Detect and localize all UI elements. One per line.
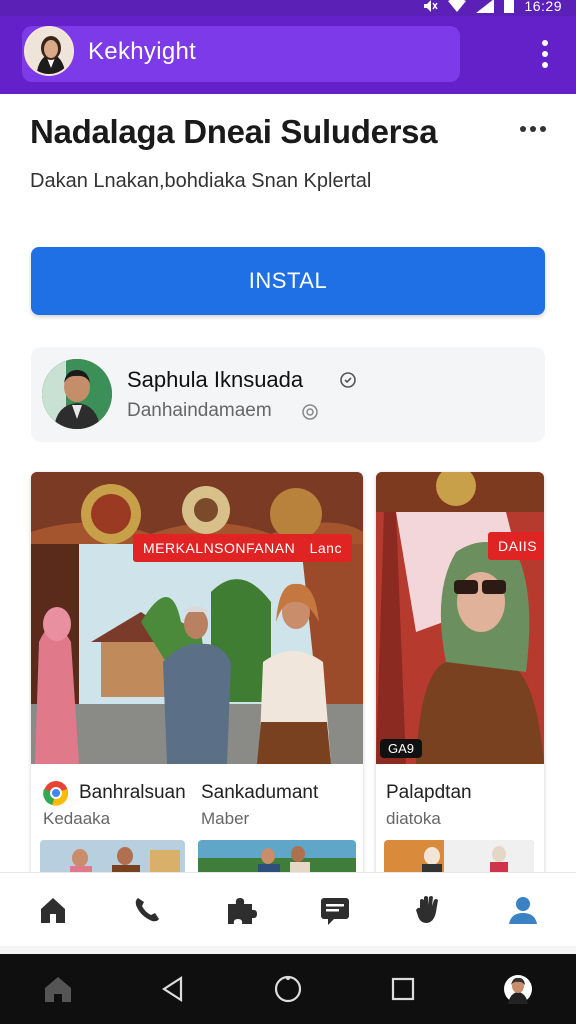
- install-button[interactable]: INSTAL: [31, 247, 545, 315]
- mute-icon: [424, 0, 439, 12]
- promo-banner: MERKALNSONFANAN Lanc: [133, 534, 352, 562]
- battery-icon: [504, 0, 515, 13]
- wifi-icon: [448, 0, 467, 12]
- home-icon[interactable]: [23, 880, 83, 940]
- app-bar: Kekhyight: [0, 16, 576, 94]
- system-navigation: [0, 954, 576, 1024]
- developer-avatar[interactable]: [42, 359, 112, 429]
- developer-card[interactable]: Saphula Iknsuada Danhaindamaem: [31, 347, 545, 442]
- screenshot-image: DAIIS GA9: [376, 472, 544, 764]
- developer-name: Saphula Iknsuada: [127, 367, 304, 392]
- card-subtitle: Kedaaka: [43, 809, 111, 828]
- page-title: Nadalaga Dneai Suludersa: [30, 113, 438, 150]
- chrome-icon: [43, 781, 68, 806]
- nav-divider: [0, 946, 576, 954]
- status-bar: 16:29: [0, 0, 576, 16]
- system-home-icon[interactable]: [33, 964, 83, 1014]
- card-title: Banhralsuan: [79, 782, 186, 803]
- screenshot-card[interactable]: DAIIS GA9 Palapdtan diatoka: [376, 472, 544, 892]
- app-title: Kekhyight: [88, 38, 197, 65]
- recents-icon[interactable]: [378, 964, 428, 1014]
- page-subtitle: Dakan Lnakan,bohdiaka Snan Kplertal: [30, 170, 372, 192]
- circle-icon[interactable]: [263, 964, 313, 1014]
- screenshot-card[interactable]: MERKALNSONFANAN Lanc Banhralsuan Kedaaka…: [31, 472, 363, 892]
- app-screen: 16:29 Kekhyight Nadalaga Dneai Suludersa…: [0, 0, 576, 1024]
- card-subtitle-2: Maber: [201, 809, 250, 828]
- message-icon[interactable]: [305, 880, 365, 940]
- card-title: Palapdtan: [386, 782, 472, 803]
- avatar[interactable]: [24, 26, 74, 76]
- rating-badge: GA9: [380, 739, 423, 758]
- avatar[interactable]: [493, 964, 543, 1014]
- back-icon[interactable]: [148, 964, 198, 1014]
- hand-icon[interactable]: [399, 880, 459, 940]
- verified-icon: [340, 372, 356, 388]
- more-vert-icon[interactable]: [538, 40, 552, 70]
- more-horiz-icon[interactable]: [520, 126, 546, 132]
- screenshot-image: MERKALNSONFANAN Lanc: [31, 472, 363, 764]
- card-subtitle: diatoka: [386, 809, 441, 828]
- status-time: 16:29: [524, 0, 562, 14]
- bottom-navigation: [0, 872, 576, 946]
- phone-icon[interactable]: [117, 880, 177, 940]
- signal-icon: [476, 0, 495, 13]
- developer-subtitle: Danhaindamaem: [127, 400, 272, 421]
- promo-banner: DAIIS: [488, 532, 544, 560]
- profile-icon[interactable]: [493, 880, 553, 940]
- info-icon: [302, 404, 318, 420]
- puzzle-icon[interactable]: [211, 880, 271, 940]
- card-title-2: Sankadumant: [201, 782, 319, 803]
